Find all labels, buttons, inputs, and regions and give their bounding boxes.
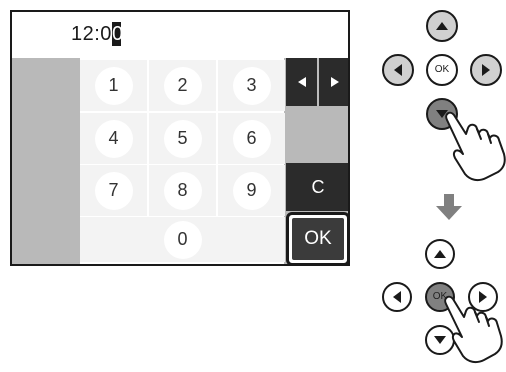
time-display-bar: 12:00 (12, 12, 348, 58)
remote-top-right-button[interactable] (470, 54, 502, 86)
key-5[interactable]: 5 (149, 113, 216, 164)
key-label: 7 (94, 171, 133, 210)
time-value: 12:0 (71, 23, 112, 45)
remote-bottom-right-button[interactable] (468, 282, 498, 312)
key-label: 9 (232, 171, 271, 210)
time-input-field[interactable]: 12:00 (71, 22, 124, 46)
cursor-right-button[interactable] (317, 58, 348, 106)
ok-button[interactable]: OK (292, 218, 344, 260)
key-label: 1 (94, 66, 133, 105)
remote-bottom-up-button[interactable] (425, 239, 455, 269)
remote-pad-bottom (382, 239, 503, 364)
key-label: 6 (232, 119, 271, 158)
clear-button[interactable]: C (286, 163, 348, 211)
key-label: 0 (163, 220, 202, 259)
numeric-keypad: 1 2 3 4 5 6 7 8 9 0 (80, 58, 285, 264)
time-cursor: 0 (111, 22, 124, 46)
key-9[interactable]: 9 (218, 165, 285, 216)
key-0[interactable]: 0 (80, 217, 285, 262)
key-label: 2 (163, 66, 202, 105)
remote-top-up-button[interactable] (426, 10, 458, 42)
remote-pad-top (382, 10, 506, 182)
key-label: 8 (163, 171, 202, 210)
instruction-illustration: 12:00 1 2 3 4 5 6 7 8 9 0 C OK OK OK (0, 0, 506, 372)
device-screen: 12:00 1 2 3 4 5 6 7 8 9 0 C OK (10, 10, 350, 266)
triangle-left-icon (297, 77, 306, 87)
key-8[interactable]: 8 (149, 165, 216, 216)
key-1[interactable]: 1 (80, 60, 147, 111)
key-3[interactable]: 3 (218, 60, 285, 111)
key-label: 4 (94, 119, 133, 158)
key-label: 5 (163, 119, 202, 158)
key-2[interactable]: 2 (149, 60, 216, 111)
remote-top-ok-button[interactable] (426, 54, 458, 86)
cursor-left-button[interactable] (286, 58, 317, 106)
key-6[interactable]: 6 (218, 113, 285, 164)
key-label: 3 (232, 66, 271, 105)
remote-top-left-button[interactable] (382, 54, 414, 86)
ok-button-highlight: OK (286, 212, 348, 264)
remote-bottom-left-button[interactable] (382, 282, 412, 312)
remote-top-down-button[interactable] (426, 98, 458, 130)
remote-bottom-ok-button[interactable] (425, 282, 455, 312)
remote-bottom-down-button[interactable] (425, 325, 455, 355)
arrow-down-icon (436, 194, 462, 220)
key-7[interactable]: 7 (80, 165, 147, 216)
cursor-arrow-buttons (286, 58, 348, 106)
key-4[interactable]: 4 (80, 113, 147, 164)
triangle-right-icon (330, 77, 339, 87)
